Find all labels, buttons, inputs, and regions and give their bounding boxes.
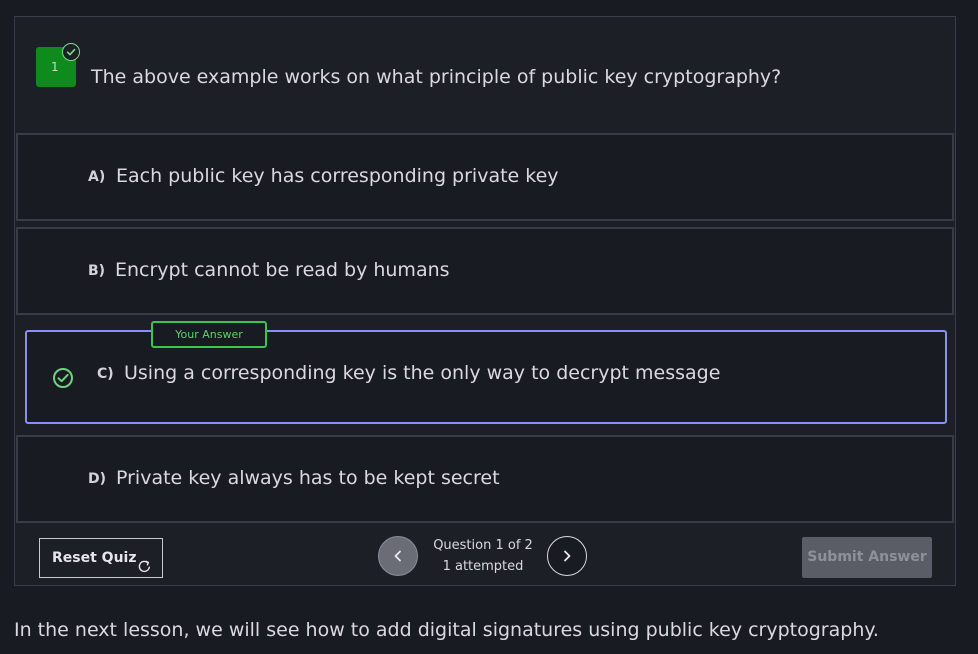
question-counter: Question 1 of 2 (433, 538, 533, 553)
quiz-footer: Reset Quiz Question 1 of 2 1 attempted S… (15, 527, 955, 585)
your-answer-badge: Your Answer (151, 321, 267, 348)
correct-check-icon (52, 367, 74, 393)
option-b[interactable]: B) Encrypt cannot be read by humans (16, 227, 954, 315)
option-text: Using a corresponding key is the only wa… (124, 362, 721, 384)
option-letter: B) (88, 263, 106, 279)
chevron-right-icon (564, 550, 571, 562)
next-lesson-text: In the next lesson, we will see how to a… (14, 619, 879, 641)
option-text: Each public key has corresponding privat… (116, 165, 559, 187)
next-question-button[interactable] (547, 536, 587, 576)
option-d[interactable]: D) Private key always has to be kept sec… (16, 435, 954, 523)
option-letter: A) (88, 169, 106, 185)
option-a[interactable]: A) Each public key has corresponding pri… (16, 133, 954, 221)
quiz-widget: 1 The above example works on what princi… (14, 16, 956, 586)
submit-answer-button[interactable]: Submit Answer (802, 537, 932, 578)
check-circle-icon (62, 43, 80, 61)
question-number: 1 (51, 60, 59, 74)
question-header: 1 The above example works on what princi… (15, 17, 955, 132)
option-text: Private key always has to be kept secret (116, 467, 500, 489)
option-letter: D) (88, 471, 107, 487)
previous-question-button[interactable] (378, 536, 418, 576)
option-text: Encrypt cannot be read by humans (115, 259, 450, 281)
reset-quiz-button[interactable]: Reset Quiz (39, 538, 163, 578)
option-letter: C) (97, 366, 114, 382)
attempted-count: 1 attempted (442, 559, 524, 574)
refresh-icon (137, 551, 152, 589)
reset-quiz-label: Reset Quiz (52, 550, 137, 566)
chevron-left-icon (394, 550, 401, 562)
question-text: The above example works on what principl… (91, 66, 782, 88)
